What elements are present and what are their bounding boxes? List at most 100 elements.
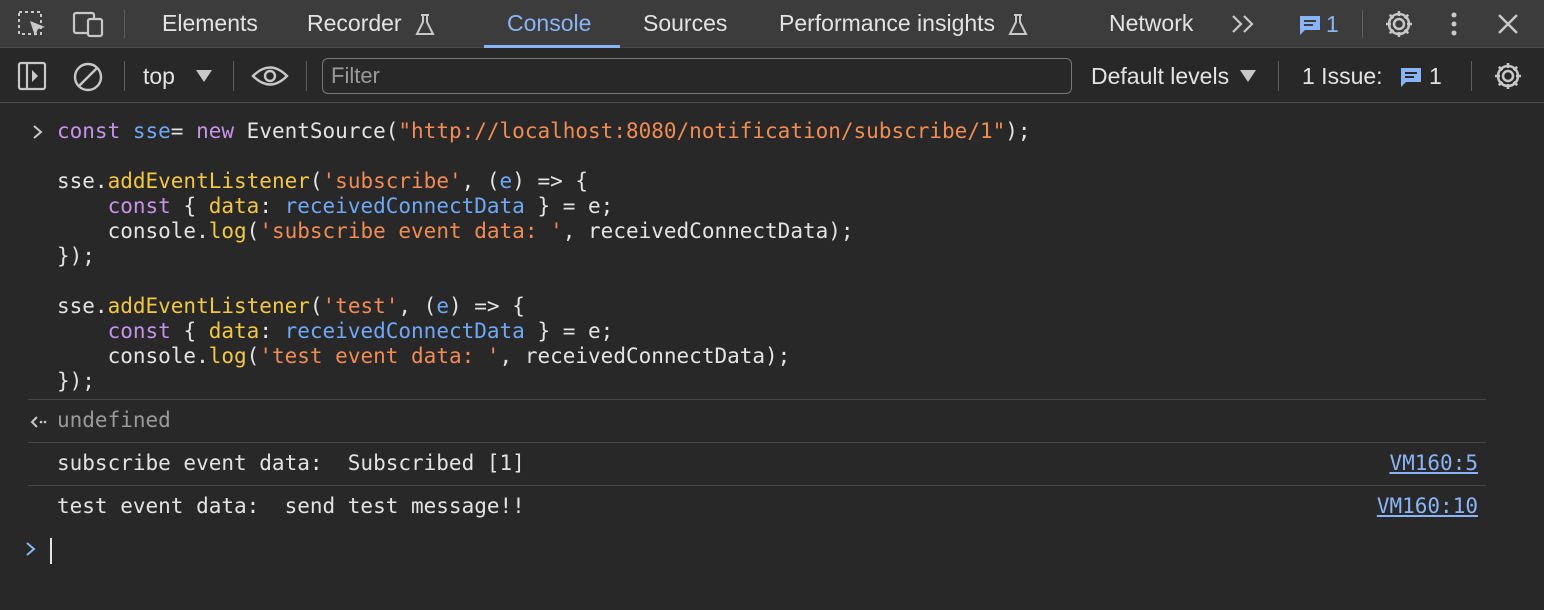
tabbar-divider bbox=[124, 10, 125, 38]
active-tab-indicator bbox=[484, 45, 620, 48]
message-icon bbox=[1300, 16, 1320, 35]
code-token: sse. bbox=[57, 294, 108, 318]
tab-recorder[interactable]: Recorder bbox=[307, 0, 436, 48]
toolbar-divider bbox=[1471, 61, 1472, 91]
code-token: ); bbox=[1005, 119, 1031, 143]
tab-network[interactable]: Network bbox=[1109, 0, 1193, 48]
code-line: const { data: receivedConnectData } = e; bbox=[57, 194, 614, 219]
context-selector[interactable]: top bbox=[143, 61, 218, 91]
live-expression-eye-icon[interactable] bbox=[251, 63, 289, 89]
tab-console[interactable]: Console bbox=[507, 0, 591, 48]
tab-elements[interactable]: Elements bbox=[162, 0, 258, 48]
code-token: ) => { bbox=[512, 169, 589, 193]
log-message: test event data: send test message!! bbox=[57, 494, 525, 518]
code-token: ( bbox=[246, 344, 260, 368]
code-token: addEventListener bbox=[107, 294, 310, 318]
code-token: , ( bbox=[461, 169, 500, 193]
chevron-down-icon bbox=[196, 70, 212, 82]
code-line: const sse= new EventSource("http://local… bbox=[57, 119, 1031, 144]
log-levels-dropdown[interactable]: Default levels bbox=[1091, 61, 1261, 91]
code-token: sse. bbox=[57, 169, 108, 193]
code-token: : bbox=[259, 319, 285, 343]
code-token: 'subscribe event data: ' bbox=[259, 219, 563, 243]
tab-label: Console bbox=[507, 10, 592, 36]
code-token: receivedConnectData bbox=[284, 319, 525, 343]
code-line: console.log('test event data: ', receive… bbox=[57, 344, 791, 369]
log-source-link[interactable]: VM160:10 bbox=[1377, 494, 1478, 519]
code-token: ) => { bbox=[448, 294, 525, 318]
more-tabs-icon[interactable] bbox=[1230, 12, 1258, 36]
console-result: undefined bbox=[57, 408, 171, 432]
log-message: subscribe event data: Subscribed [1] bbox=[57, 451, 525, 475]
code-token: console. bbox=[57, 219, 209, 243]
console-settings-gear-icon[interactable] bbox=[1492, 60, 1524, 92]
code-token: } = e; bbox=[524, 319, 614, 343]
console-divider bbox=[28, 399, 1486, 400]
issues-button[interactable]: 1 Issue: 1 bbox=[1302, 61, 1452, 91]
code-token: }); bbox=[57, 369, 95, 393]
tab-performance-insights[interactable]: Performance insights bbox=[779, 0, 1029, 48]
tab-label: Performance insights bbox=[779, 10, 996, 36]
code-token: e bbox=[436, 294, 449, 318]
code-line: }); bbox=[57, 369, 95, 394]
devtools-tabbar: Elements Recorder Console Sources Perfor… bbox=[0, 0, 1544, 48]
flask-icon bbox=[415, 13, 435, 35]
tabbar-divider bbox=[1362, 10, 1363, 38]
code-token: addEventListener bbox=[107, 169, 310, 193]
code-line: sse.addEventListener('test', (e) => { bbox=[57, 294, 525, 319]
filter-field[interactable] bbox=[322, 58, 1072, 94]
tab-label: Network bbox=[1109, 10, 1194, 36]
console-output[interactable]: const sse= new EventSource("http://local… bbox=[0, 104, 1544, 610]
toolbar-divider bbox=[124, 61, 125, 91]
code-token: , receivedConnectData); bbox=[562, 219, 854, 243]
code-token: data bbox=[208, 319, 260, 343]
code-token: log bbox=[208, 344, 247, 368]
code-token: 'subscribe' bbox=[322, 169, 462, 193]
log-levels-value: Default levels bbox=[1091, 63, 1230, 89]
code-token: console. bbox=[57, 344, 209, 368]
code-token: ( bbox=[309, 169, 323, 193]
code-token: new bbox=[196, 119, 247, 143]
code-token: ( bbox=[309, 294, 323, 318]
code-line: sse.addEventListener('subscribe', (e) =>… bbox=[57, 169, 588, 194]
more-options-icon[interactable] bbox=[1446, 10, 1462, 38]
clear-console-icon[interactable] bbox=[72, 61, 104, 93]
tab-label: Recorder bbox=[307, 10, 402, 36]
filter-input[interactable] bbox=[323, 59, 1071, 93]
tab-sources[interactable]: Sources bbox=[643, 0, 727, 48]
code-line: }); bbox=[57, 244, 95, 269]
code-token: : bbox=[259, 194, 285, 218]
prompt-chevron-icon bbox=[26, 542, 36, 556]
code-token: = bbox=[170, 119, 197, 143]
sidebar-toggle-icon[interactable] bbox=[17, 61, 47, 91]
code-token: receivedConnectData bbox=[284, 194, 525, 218]
code-token: EventSource( bbox=[246, 119, 399, 143]
tab-label: Elements bbox=[162, 10, 258, 36]
flask-icon bbox=[1008, 13, 1029, 35]
code-token: }); bbox=[57, 244, 95, 268]
code-token: log bbox=[208, 219, 247, 243]
log-source-link[interactable]: VM160:5 bbox=[1389, 451, 1478, 476]
code-token: ( bbox=[246, 219, 260, 243]
code-token: 'test event data: ' bbox=[259, 344, 500, 368]
code-line: const { data: receivedConnectData } = e; bbox=[57, 319, 614, 344]
code-line: console.log('subscribe event data: ', re… bbox=[57, 219, 854, 244]
code-token: const bbox=[57, 119, 133, 143]
code-token: 'test' bbox=[322, 294, 399, 318]
console-prompt-input[interactable] bbox=[50, 538, 52, 564]
messages-count: 1 bbox=[1326, 11, 1339, 37]
device-toggle-icon[interactable] bbox=[72, 9, 106, 39]
console-divider bbox=[28, 485, 1486, 486]
close-icon[interactable] bbox=[1495, 11, 1521, 37]
settings-gear-icon[interactable] bbox=[1383, 8, 1415, 40]
code-token: { bbox=[183, 319, 209, 343]
code-token: sse bbox=[132, 119, 171, 143]
context-value: top bbox=[143, 63, 175, 89]
message-icon bbox=[1401, 68, 1421, 87]
inspect-element-icon[interactable] bbox=[17, 9, 49, 39]
toolbar-divider bbox=[233, 61, 234, 91]
console-divider bbox=[28, 442, 1486, 443]
code-token: const bbox=[107, 194, 184, 218]
